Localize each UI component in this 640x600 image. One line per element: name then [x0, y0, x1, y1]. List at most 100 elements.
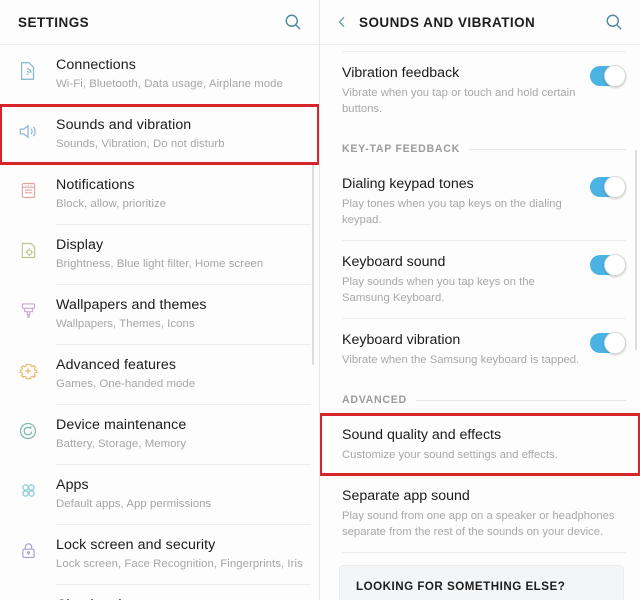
- section-label: ADVANCED: [342, 394, 407, 406]
- sounds-and-vibration-panel: SOUNDS AND VIBRATION Vibration feedback …: [320, 0, 640, 600]
- sidebar-item-device-maintenance[interactable]: Device maintenance Battery, Storage, Mem…: [0, 405, 319, 464]
- setting-text: Dialing keypad tones Play tones when you…: [342, 175, 590, 228]
- sidebar-item-apps[interactable]: Apps Default apps, App permissions: [0, 465, 319, 524]
- sidebar-item-title: Lock screen and security: [56, 537, 216, 553]
- section-rule: [468, 148, 626, 150]
- setting-subtitle: Play sound from one app on a speaker or …: [342, 510, 615, 538]
- setting-row-keyboard-sound[interactable]: Keyboard sound Play sounds when you tap …: [320, 241, 640, 318]
- toggle-keyboard-sound[interactable]: [590, 254, 626, 276]
- sidebar-item-advanced-features[interactable]: Advanced features Games, One-handed mode: [0, 345, 319, 404]
- section-header-key-tap-feedback: KEY-TAP FEEDBACK: [320, 129, 640, 163]
- section-rule: [415, 399, 626, 401]
- sidebar-item-wallpapers-and-themes[interactable]: Wallpapers and themes Wallpapers, Themes…: [0, 285, 319, 344]
- right-scrollbar[interactable]: [635, 150, 637, 350]
- sidebar-item-text: Display Brightness, Blue light filter, H…: [56, 236, 263, 273]
- setting-text: Sound quality and effects Customize your…: [342, 426, 626, 463]
- toggle-knob: [604, 254, 626, 276]
- sounds-header: SOUNDS AND VIBRATION: [320, 0, 640, 44]
- sidebar-item-display[interactable]: Display Brightness, Blue light filter, H…: [0, 225, 319, 284]
- sidebar-item-title: Sounds and vibration: [56, 117, 192, 133]
- page-title: SETTINGS: [18, 14, 90, 30]
- sidebar-item-title: Display: [56, 237, 104, 253]
- section-header-advanced: ADVANCED: [320, 380, 640, 414]
- sidebar-item-title: Apps: [56, 477, 89, 493]
- sidebar-item-text: Sounds and vibration Sounds, Vibration, …: [56, 116, 225, 153]
- settings-list: Connections Wi-Fi, Bluetooth, Data usage…: [0, 45, 319, 600]
- settings-panel: SETTINGS Connections Wi-Fi, Bluetooth, D…: [0, 0, 320, 600]
- search-icon[interactable]: [281, 10, 305, 34]
- sidebar-item-title: Connections: [56, 57, 136, 73]
- gear-flower-icon: [0, 356, 56, 382]
- toggle-knob: [604, 332, 626, 354]
- refresh-circle-icon: [0, 416, 56, 442]
- four-circles-icon: [0, 476, 56, 501]
- page-title: SOUNDS AND VIBRATION: [359, 14, 536, 30]
- key-icon: [0, 596, 56, 600]
- sidebar-item-subtitle: Block, allow, prioritize: [56, 198, 167, 210]
- notification-card-icon: [0, 176, 56, 201]
- setting-row-separate-app-sound[interactable]: Separate app sound Play sound from one a…: [320, 475, 640, 552]
- sidebar-item-text: Advanced features Games, One-handed mode: [56, 356, 195, 393]
- sidebar-item-text: Device maintenance Battery, Storage, Mem…: [56, 416, 186, 453]
- setting-text: Separate app sound Play sound from one a…: [342, 487, 626, 540]
- toggle-dialing-keypad-tones[interactable]: [590, 176, 626, 198]
- sidebar-item-subtitle: Brightness, Blue light filter, Home scre…: [56, 258, 264, 270]
- section-label: KEY-TAP FEEDBACK: [342, 143, 460, 155]
- search-icon[interactable]: [602, 10, 626, 34]
- setting-row-sound-quality-and-effects[interactable]: Sound quality and effects Customize your…: [320, 413, 640, 476]
- connections-icon: [0, 56, 56, 82]
- card-title: LOOKING FOR SOMETHING ELSE?: [356, 580, 566, 593]
- setting-title: Keyboard vibration: [342, 332, 461, 348]
- sidebar-item-text: Notifications Block, allow, prioritize: [56, 176, 166, 213]
- sidebar-item-subtitle: Battery, Storage, Memory: [56, 438, 187, 450]
- sidebar-item-text: Cloud and accounts Samsung Cloud, Backup…: [56, 596, 303, 600]
- sidebar-item-sounds-and-vibration[interactable]: Sounds and vibration Sounds, Vibration, …: [0, 104, 319, 165]
- display-brightness-icon: [0, 236, 56, 261]
- left-scrollbar[interactable]: [312, 150, 314, 365]
- header-divider: [320, 44, 640, 45]
- setting-text: Vibration feedback Vibrate when you tap …: [342, 64, 590, 117]
- sidebar-item-subtitle: Games, One-handed mode: [56, 378, 196, 390]
- sidebar-item-text: Wallpapers and themes Wallpapers, Themes…: [56, 296, 207, 333]
- setting-title: Keyboard sound: [342, 254, 446, 270]
- sidebar-item-text: Connections Wi-Fi, Bluetooth, Data usage…: [56, 56, 283, 93]
- setting-title: Sound quality and effects: [342, 427, 502, 443]
- setting-title: Separate app sound: [342, 488, 470, 504]
- sidebar-item-subtitle: Default apps, App permissions: [56, 498, 212, 510]
- sidebar-item-title: Cloud and accounts: [56, 596, 303, 600]
- paintbrush-icon: [0, 296, 56, 321]
- setting-row-vibration-feedback[interactable]: Vibration feedback Vibrate when you tap …: [320, 52, 640, 129]
- sidebar-item-lock-screen-and-security[interactable]: Lock screen and security Lock screen, Fa…: [0, 525, 319, 584]
- sidebar-item-connections[interactable]: Connections Wi-Fi, Bluetooth, Data usage…: [0, 45, 319, 104]
- toggle-vibration-feedback[interactable]: [590, 65, 626, 87]
- dual-panel-screen: SETTINGS Connections Wi-Fi, Bluetooth, D…: [0, 0, 640, 600]
- toggle-keyboard-vibration[interactable]: [590, 332, 626, 354]
- sidebar-item-text: Apps Default apps, App permissions: [56, 476, 211, 513]
- settings-header: SETTINGS: [0, 0, 319, 44]
- setting-row-dialing-keypad-tones[interactable]: Dialing keypad tones Play tones when you…: [320, 163, 640, 240]
- setting-row-keyboard-vibration[interactable]: Keyboard vibration Vibrate when the Sams…: [320, 319, 640, 380]
- padlock-icon: [0, 536, 56, 561]
- sidebar-item-title: Device maintenance: [56, 417, 187, 433]
- back-chevron-icon[interactable]: [334, 12, 350, 32]
- speaker-icon: [0, 116, 56, 143]
- setting-title: Dialing keypad tones: [342, 176, 474, 192]
- setting-text: Keyboard sound Play sounds when you tap …: [342, 253, 590, 306]
- list-divider: [342, 552, 626, 553]
- sidebar-item-subtitle: Wi-Fi, Bluetooth, Data usage, Airplane m…: [56, 78, 283, 90]
- setting-subtitle: Play tones when you tap keys on the dial…: [342, 198, 562, 226]
- setting-subtitle: Customize your sound settings and effect…: [342, 449, 558, 461]
- setting-subtitle: Play sounds when you tap keys on the Sam…: [342, 276, 535, 304]
- setting-text: Keyboard vibration Vibrate when the Sams…: [342, 331, 590, 368]
- toggle-knob: [604, 65, 626, 87]
- looking-for-something-else-card: LOOKING FOR SOMETHING ELSE? ANSWERING AN…: [339, 565, 624, 600]
- sidebar-item-notifications[interactable]: Notifications Block, allow, prioritize: [0, 165, 319, 224]
- sidebar-item-cloud-and-accounts[interactable]: Cloud and accounts Samsung Cloud, Backup…: [0, 585, 319, 600]
- sidebar-item-title: Wallpapers and themes: [56, 297, 207, 313]
- sidebar-item-title: Advanced features: [56, 357, 177, 373]
- toggle-knob: [604, 176, 626, 198]
- sidebar-item-title: Notifications: [56, 177, 135, 193]
- setting-subtitle: Vibrate when the Samsung keyboard is tap…: [342, 354, 580, 366]
- setting-title: Vibration feedback: [342, 65, 460, 81]
- sidebar-item-subtitle: Lock screen, Face Recognition, Fingerpri…: [56, 558, 303, 570]
